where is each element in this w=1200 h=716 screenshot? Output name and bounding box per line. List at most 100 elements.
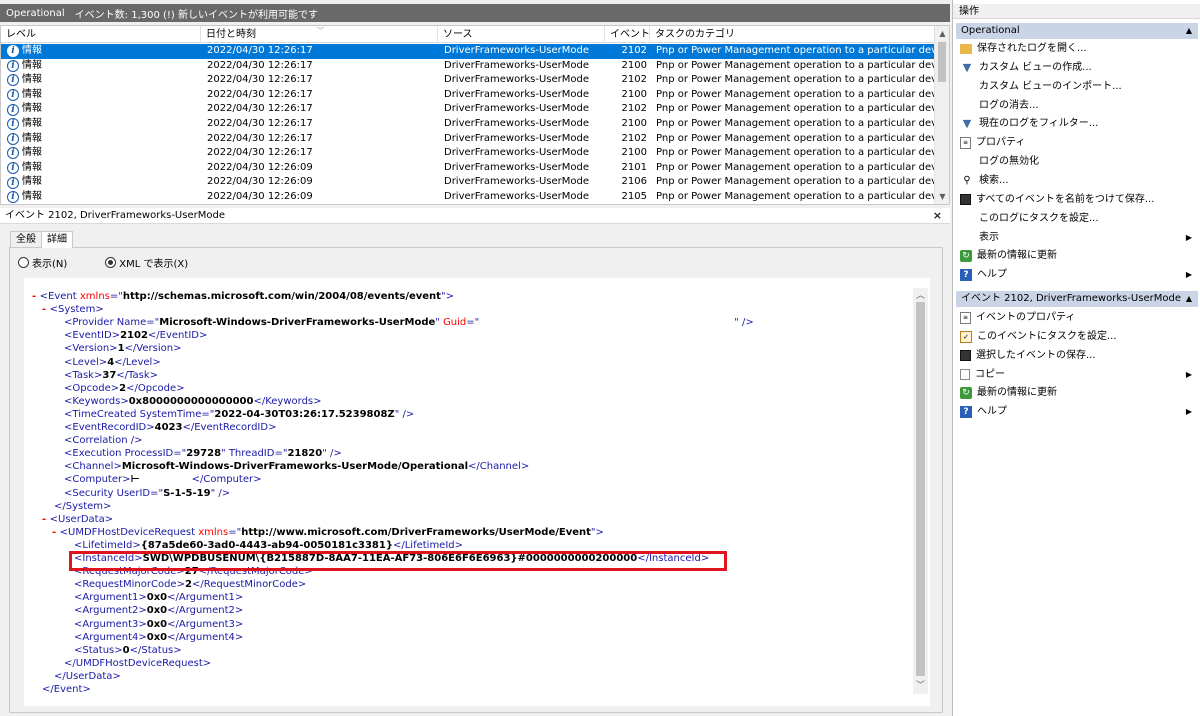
xml-line: </System> — [54, 500, 112, 512]
xml-line: <Argument4>0x0</Argument4> — [74, 631, 244, 643]
close-icon[interactable]: × — [933, 208, 942, 224]
scroll-down-icon[interactable]: ﹀ — [913, 678, 928, 691]
cell-level: i 情報 — [7, 146, 197, 161]
radio-button[interactable] — [18, 257, 29, 268]
xml-line: <Level>4</Level> — [64, 356, 161, 368]
action-item[interactable]: 保存されたログを開く... — [956, 40, 1198, 58]
submenu-arrow-icon: ▶ — [1185, 232, 1192, 242]
cell-task-category: Pnp or Power Management operation to a p… — [656, 132, 936, 144]
xml-view[interactable]: - <Event xmlns="http://schemas.microsoft… — [24, 278, 930, 706]
info-icon: i — [7, 45, 19, 58]
cell-event-id: 2100 — [621, 147, 647, 159]
table-row[interactable]: i 情報 2022/04/30 12:26:09 DriverFrameworks-U… — [1, 190, 936, 204]
cell-level: i 情報 — [7, 88, 197, 103]
column-event-id[interactable]: イベント... — [605, 26, 650, 43]
action-label: 検索... — [979, 174, 1009, 186]
scroll-up-icon[interactable]: ︿ — [913, 288, 928, 301]
cell-event-id: 2100 — [621, 59, 647, 71]
action-label: 選択したイベントの保存... — [976, 349, 1096, 361]
table-row[interactable]: i 情報 2022/04/30 12:26:09 DriverFrameworks-U… — [1, 175, 936, 190]
collapse-toggle[interactable]: - — [42, 304, 50, 315]
tab-details[interactable]: 詳細 — [41, 231, 73, 248]
blank-icon — [960, 80, 974, 94]
action-item[interactable]: ログの無効化 — [956, 153, 1198, 171]
action-item[interactable]: 選択したイベントの保存... — [956, 347, 1198, 365]
event-detail-title-text: イベント 2102, DriverFrameworks-UserMode — [5, 210, 225, 221]
xml-line: <Keywords>0x8000000000000000</Keywords> — [64, 395, 322, 407]
cell-datetime: 2022/04/30 12:26:17 — [207, 88, 313, 100]
collapse-toggle[interactable]: - — [32, 291, 40, 302]
table-row[interactable]: i 情報 2022/04/30 12:26:17 DriverFrameworks-U… — [1, 146, 936, 161]
radio-button-selected[interactable] — [105, 257, 117, 268]
info-icon: i — [7, 132, 19, 145]
cell-datetime: 2022/04/30 12:26:09 — [207, 191, 313, 202]
submenu-arrow-icon: ▶ — [1185, 407, 1192, 417]
column-task-category[interactable]: タスクのカテゴリ — [650, 26, 934, 43]
properties-icon: ≡ — [960, 137, 971, 150]
action-item[interactable]: ↻ 最新の情報に更新 — [956, 384, 1198, 402]
action-item[interactable]: ▼ 現在のログをフィルター... — [956, 115, 1198, 133]
table-row[interactable]: i 情報 2022/04/30 12:26:17 DriverFrameworks-U… — [1, 73, 936, 88]
cell-datetime: 2022/04/30 12:26:17 — [207, 147, 313, 159]
cell-level: i 情報 — [7, 73, 197, 88]
scrollbar-thumb[interactable] — [938, 42, 946, 82]
collapse-up-icon[interactable]: ▲ — [1186, 291, 1192, 307]
table-row[interactable]: i 情報 2022/04/30 12:26:17 DriverFrameworks-U… — [1, 132, 936, 147]
collapse-up-icon[interactable]: ▲ — [1186, 23, 1192, 39]
cell-source: DriverFrameworks-UserMode — [444, 191, 589, 202]
cell-event-id: 2100 — [621, 88, 647, 100]
tab-general[interactable]: 全般 — [10, 231, 42, 247]
collapse-toggle[interactable]: - — [52, 527, 60, 538]
table-row[interactable]: i 情報 2022/04/30 12:26:17 DriverFrameworks-U… — [1, 59, 936, 74]
table-row[interactable]: i 情報 2022/04/30 12:26:17 DriverFrameworks-U… — [1, 44, 936, 59]
log-name: Operational — [6, 7, 65, 19]
cell-level: i 情報 — [7, 59, 197, 74]
xml-line: - <System> — [42, 304, 104, 316]
action-item[interactable]: ログの消去... — [956, 97, 1198, 115]
cell-level: i 情報 — [7, 175, 197, 190]
table-row[interactable]: i 情報 2022/04/30 12:26:17 DriverFrameworks-U… — [1, 117, 936, 132]
radio-xml-view[interactable]: XML で表示(X) — [105, 255, 188, 270]
column-level[interactable]: レベル — [1, 26, 201, 43]
action-item[interactable]: ? ヘルプ ▶ — [956, 403, 1198, 421]
scroll-down-icon[interactable]: ▼ — [935, 189, 949, 204]
action-item[interactable]: ↻ 最新の情報に更新 — [956, 247, 1198, 265]
level-text: 情報 — [22, 118, 42, 129]
action-item[interactable]: ▼ カスタム ビューの作成... — [956, 59, 1198, 77]
action-item[interactable]: ≡ イベントのプロパティ — [956, 309, 1198, 327]
action-item[interactable]: ? ヘルプ ▶ — [956, 266, 1198, 284]
action-item[interactable]: カスタム ビューのインポート... — [956, 78, 1198, 96]
column-source[interactable]: ソース — [438, 26, 605, 43]
instance-id-highlight-box — [69, 551, 727, 571]
level-text: 情報 — [22, 74, 42, 86]
event-list[interactable]: レベル 日付と時刻 ﹀ ソース イベント... タスクのカテゴリ i情報2022… — [0, 25, 950, 205]
radio-friendly-view[interactable]: 表示(N) — [18, 255, 67, 270]
xml-line: <RequestMinorCode>2</RequestMinorCode> — [74, 579, 307, 591]
action-item[interactable]: ⚲ 検索... — [956, 172, 1198, 190]
actions-section-log[interactable]: Operational ▲ — [956, 23, 1198, 39]
table-row[interactable]: i 情報 2022/04/30 12:26:17 DriverFrameworks-U… — [1, 88, 936, 103]
info-icon: i — [7, 59, 19, 72]
event-list-scrollbar[interactable]: ▲ ▼ — [934, 26, 949, 204]
cell-task-category: Pnp or Power Management operation to a p… — [656, 59, 936, 71]
action-item[interactable]: ≡ プロパティ — [956, 134, 1198, 152]
collapse-toggle[interactable]: - — [42, 514, 50, 525]
scroll-up-icon[interactable]: ▲ — [935, 26, 949, 41]
action-item[interactable]: コピー ▶ — [956, 366, 1198, 384]
level-text: 情報 — [22, 88, 42, 100]
scrollbar-thumb[interactable] — [916, 302, 925, 676]
action-item[interactable]: このログにタスクを設定... — [956, 210, 1198, 228]
action-item[interactable]: 表示 ▶ — [956, 229, 1198, 247]
xml-line: - <UserData> — [42, 513, 114, 525]
action-item[interactable]: ✓ このイベントにタスクを設定... — [956, 328, 1198, 346]
xml-scrollbar[interactable]: ︿ ﹀ — [913, 288, 928, 694]
table-row[interactable]: i 情報 2022/04/30 12:26:09 DriverFrameworks-U… — [1, 161, 936, 176]
cell-task-category: Pnp or Power Management operation to a p… — [656, 74, 936, 86]
event-count: イベント数: 1,300 (!) 新しいイベントが利用可能です — [74, 9, 319, 21]
info-icon: i — [7, 89, 19, 102]
action-item[interactable]: すべてのイベントを名前をつけて保存... — [956, 191, 1198, 209]
actions-section-event[interactable]: イベント 2102, DriverFrameworks-UserMode ▲ — [956, 291, 1198, 307]
submenu-arrow-icon: ▶ — [1185, 369, 1192, 379]
table-row[interactable]: i 情報 2022/04/30 12:26:17 DriverFrameworks-U… — [1, 102, 936, 117]
action-label: 最新の情報に更新 — [977, 250, 1057, 262]
